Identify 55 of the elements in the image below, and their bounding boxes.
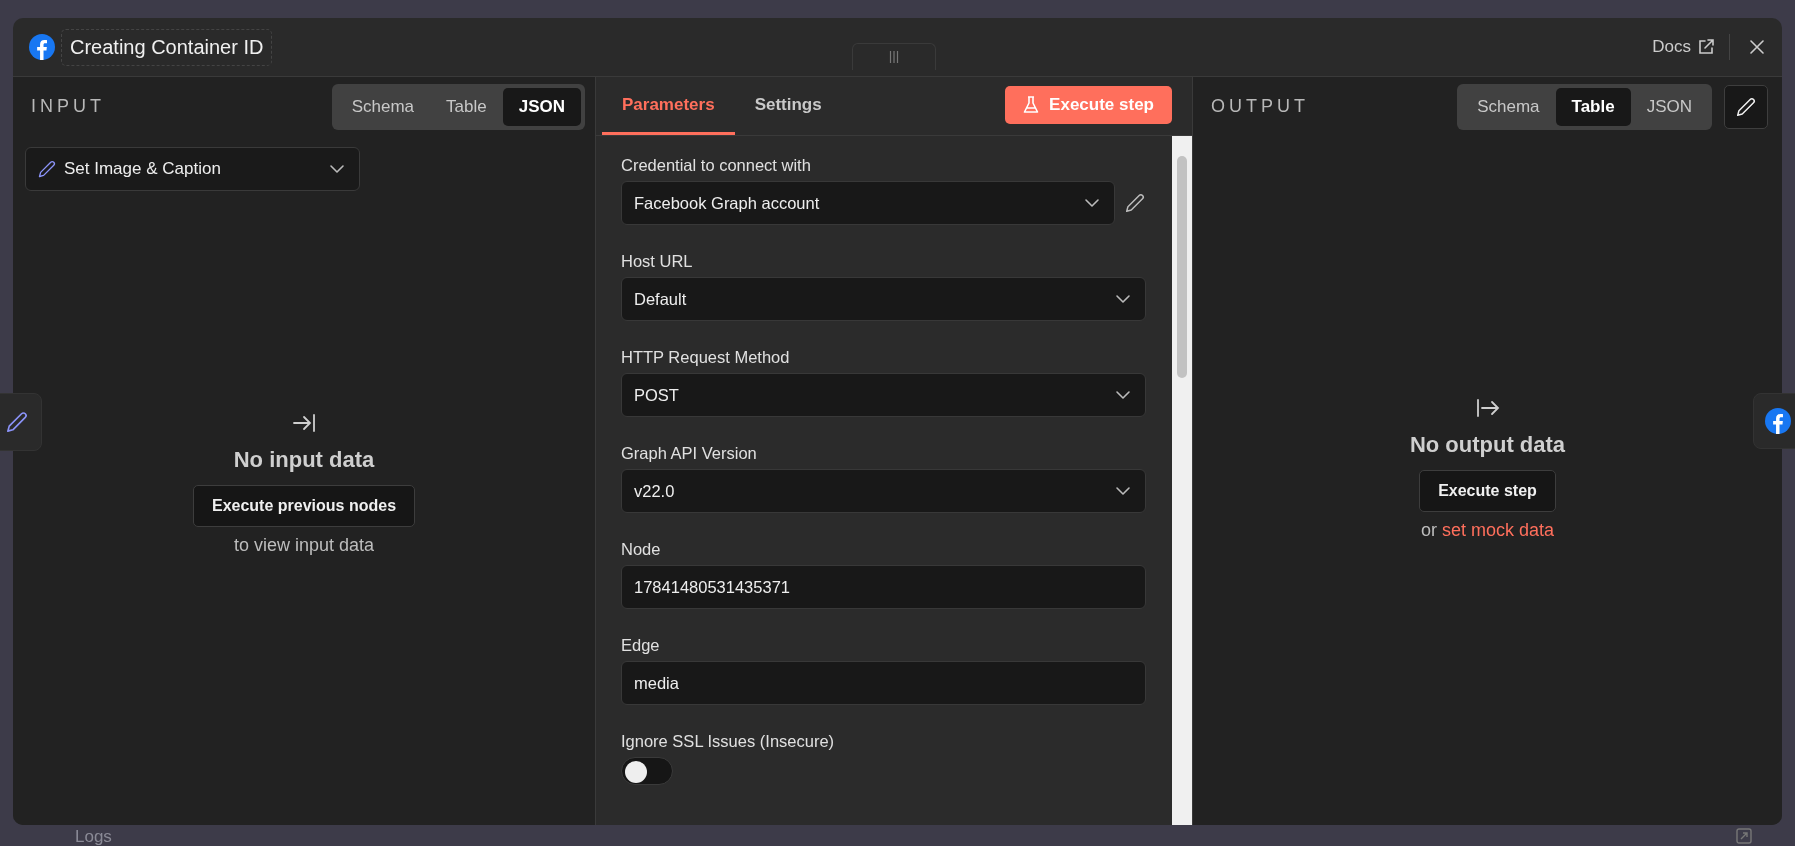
edit-output-button[interactable] — [1724, 84, 1768, 129]
view-tab[interactable]: Table — [430, 87, 503, 126]
select-field[interactable]: POST — [621, 373, 1146, 417]
pencil-icon — [1736, 96, 1756, 117]
input-field[interactable]: media — [621, 661, 1146, 705]
chevron-down-icon — [1115, 390, 1131, 400]
field-label: Edge — [621, 635, 661, 655]
panel-tab[interactable]: Settings — [734, 77, 842, 135]
facebook-icon — [29, 34, 55, 60]
docs-link[interactable]: Docs — [1638, 34, 1730, 60]
view-tab[interactable]: JSON — [1630, 87, 1708, 126]
chevron-down-icon — [1115, 294, 1131, 304]
scrollbar[interactable] — [1172, 136, 1192, 825]
empty-hint: or set mock data — [1420, 520, 1555, 541]
pencil-icon — [6, 411, 28, 433]
toggle-switch[interactable] — [621, 757, 673, 785]
chevron-down-icon — [1084, 198, 1100, 208]
drag-handle[interactable] — [852, 43, 936, 70]
input-field[interactable]: 17841480531435371 — [621, 565, 1146, 609]
panel-heading: INPUT — [31, 96, 105, 117]
view-tab[interactable]: JSON — [502, 87, 581, 126]
pencil-icon — [1125, 193, 1145, 213]
field-label: Host URL — [621, 251, 694, 271]
view-tab[interactable]: Schema — [335, 87, 431, 126]
node-select[interactable]: Set Image & Caption — [25, 147, 360, 191]
flask-icon — [1023, 96, 1040, 114]
select-field[interactable]: Default — [621, 277, 1146, 321]
field-label: HTTP Request Method — [621, 347, 791, 367]
window-title[interactable]: Creating Container ID — [61, 28, 273, 66]
node-button[interactable] — [0, 393, 42, 451]
arrow-from-line-icon — [1475, 398, 1500, 418]
external-link-icon — [1697, 38, 1715, 56]
arrow-to-line-icon — [292, 413, 316, 433]
field-label: Credential to connect with — [621, 155, 812, 175]
node-button[interactable] — [1753, 393, 1795, 449]
field-label: Graph API Version — [621, 443, 758, 463]
expand-icon[interactable] — [1736, 828, 1752, 844]
facebook-icon — [1765, 408, 1791, 434]
view-tab[interactable]: Table — [1555, 87, 1631, 126]
chevron-down-icon — [1115, 486, 1131, 496]
chevron-down-icon — [329, 164, 345, 174]
pencil-icon — [38, 160, 56, 178]
empty-title: No input data — [233, 447, 375, 473]
empty-title: No output data — [1409, 432, 1566, 458]
field-label: Ignore SSL Issues (Insecure) — [621, 731, 836, 751]
select-field[interactable]: v22.0 — [621, 469, 1146, 513]
execute-step-button[interactable]: Execute step — [1419, 470, 1556, 512]
panel-heading: OUTPUT — [1211, 96, 1309, 117]
view-tab[interactable]: Schema — [1461, 87, 1556, 126]
execute-previous-button[interactable]: Execute previous nodes — [192, 485, 416, 527]
mock-data-link[interactable]: set mock data — [1442, 520, 1555, 540]
credential-select[interactable]: Facebook Graph account — [621, 181, 1115, 225]
empty-hint: to view input data — [233, 535, 375, 556]
field-label: Node — [621, 539, 662, 559]
panel-tab[interactable]: Parameters — [602, 77, 735, 135]
